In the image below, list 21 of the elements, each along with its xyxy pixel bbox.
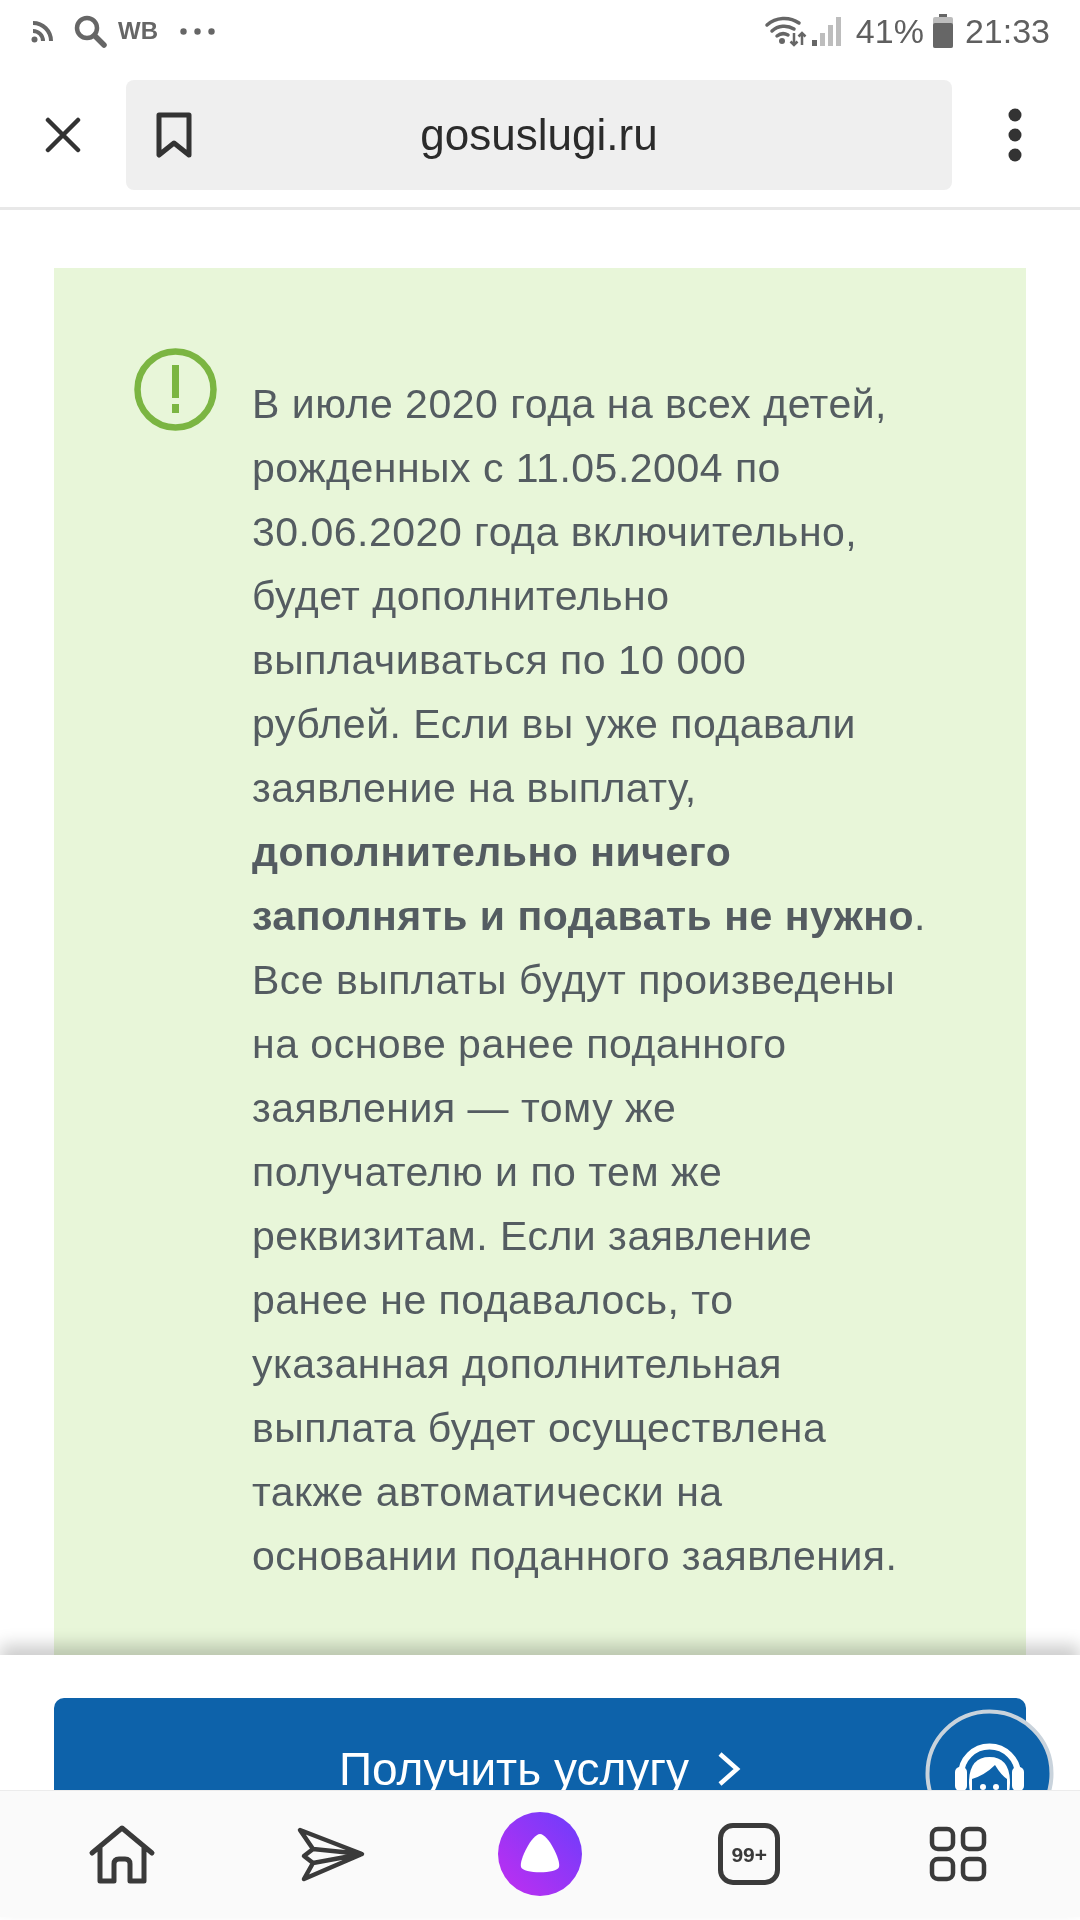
alert-icon — [134, 348, 217, 431]
battery-icon — [931, 14, 954, 48]
signal-icon — [810, 16, 843, 46]
tabs-button[interactable]: 99+ — [718, 1823, 781, 1885]
assistant-icon[interactable] — [498, 1812, 582, 1896]
bookmark-icon[interactable] — [155, 110, 193, 159]
address-bar[interactable]: gosuslugi.ru — [126, 79, 952, 190]
grid-menu-icon[interactable] — [929, 1826, 988, 1882]
status-time: 21:33 — [964, 14, 1050, 48]
close-icon[interactable] — [45, 116, 81, 153]
battery-percent: 41% — [855, 14, 924, 48]
more-notifications-icon — [180, 27, 215, 35]
notification-label: WB — [118, 19, 158, 43]
notice-text: В июле 2020 года на всех детей, рожденных с 11.05.2004 по 30.06.2020 года включительно, будет дополнительно выплачиваться по 10 000 рублей. Если вы уже подавали заявление на выплату, дополнительно ничего заполнять и подавать не нужно. Все выплаты будут произведены на основе ранее поданного заявления — тому же получателю и по тем же реквизитам. Если заявление ранее не подавалось, то указанная дополнительная выплата будет осуществлена также автоматически на основании поданного заявления. — [252, 380, 926, 1581]
home-icon[interactable] — [86, 1823, 157, 1885]
wifi-icon — [763, 15, 807, 47]
send-icon[interactable] — [296, 1825, 366, 1883]
chevron-right-icon — [716, 1751, 742, 1787]
more-menu-icon[interactable] — [1008, 107, 1022, 162]
search-icon — [74, 14, 107, 48]
rss-icon — [31, 19, 54, 43]
